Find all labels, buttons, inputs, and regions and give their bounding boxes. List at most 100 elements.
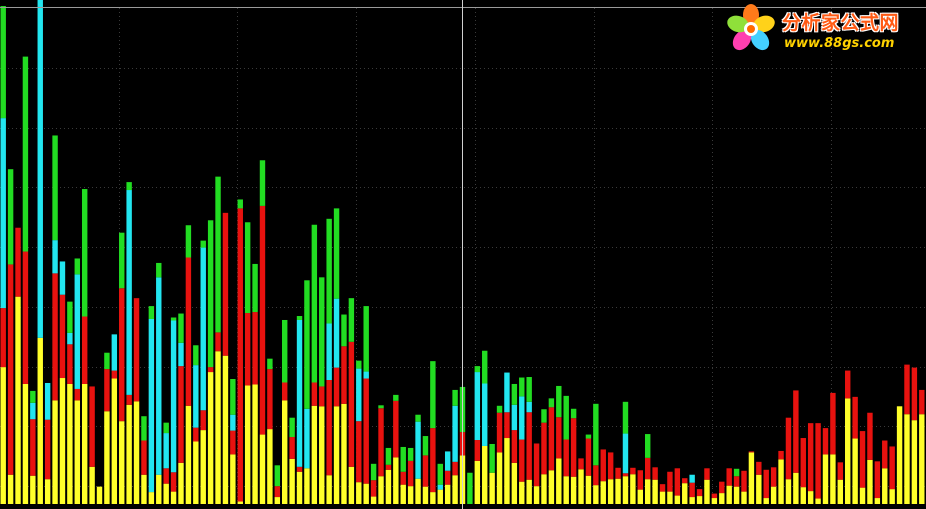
bar-segment-yellow (726, 485, 732, 504)
logo-title: 分析家公式网 (782, 12, 900, 34)
bar-segment-red (526, 412, 532, 480)
bar-segment-yellow (659, 491, 666, 504)
bar-segment-red (615, 467, 621, 479)
bar-segment-red (496, 412, 503, 453)
bar-segment-red (378, 408, 384, 477)
bar-segment-yellow (30, 475, 36, 504)
bar-segment-red (170, 472, 177, 492)
bar-segment-yellow (296, 471, 303, 504)
bar-segment-cyan (444, 451, 451, 471)
bar-segment-green (296, 316, 303, 320)
bar-segment-yellow (156, 474, 162, 504)
bar-segment-green (489, 443, 495, 473)
bar-segment-yellow (244, 385, 251, 504)
bar-segment-green (319, 277, 325, 387)
bar-segment-green (511, 383, 518, 405)
bar-segment-red (800, 438, 806, 488)
bar-segment-red (230, 430, 236, 455)
bar-segment-red (222, 212, 229, 356)
bar-segment-yellow (511, 462, 518, 504)
flower-logo-icon (727, 4, 775, 51)
bar-segment-cyan (622, 433, 629, 474)
bar-segment-yellow (563, 476, 569, 504)
bar-segment-cyan (504, 372, 510, 413)
bar-segment-green (22, 56, 29, 252)
bar-segment-yellow (267, 429, 273, 504)
bar-segment-yellow (607, 479, 614, 504)
bar-segment-cyan (296, 319, 303, 467)
bar-segment-cyan (333, 298, 340, 368)
bar-segment-green (363, 306, 369, 372)
bar-segment-red (356, 421, 362, 483)
bar-segment-yellow (785, 479, 792, 504)
bar-segment-yellow (526, 479, 532, 504)
bar-segment-red (667, 471, 673, 492)
bar-segment-yellow (444, 484, 451, 504)
bar-segment-red (400, 471, 406, 485)
bar-segment-cyan (30, 402, 36, 420)
bar-segment-red (59, 294, 66, 379)
bar-segment-yellow (104, 411, 110, 504)
bar-segment-red (370, 480, 377, 497)
bar-segment-red (311, 382, 318, 406)
bar-segment-yellow (341, 403, 347, 504)
bar-segment-green (474, 366, 481, 373)
bar-segment-red (267, 369, 273, 430)
bar-segment-yellow (570, 476, 577, 504)
bar-segment-red (556, 417, 562, 459)
bar-segment-red (178, 366, 184, 463)
bar-segment-yellow (637, 489, 643, 504)
bar-segment-cyan (415, 421, 421, 479)
bar-segment-red (89, 386, 95, 467)
bar-segment-green (393, 394, 399, 401)
bar-segment-yellow (207, 372, 214, 504)
bar-segment-green (422, 436, 429, 456)
bar-segment-yellow (311, 405, 318, 504)
bar-segment-red (652, 467, 658, 480)
bar-segment-yellow (763, 498, 769, 504)
bar-segment-yellow (496, 452, 503, 504)
bar-segment-green (119, 232, 125, 289)
bar-segment-yellow (748, 452, 755, 504)
bar-segment-green (274, 465, 281, 487)
bar-segment-green (400, 446, 406, 472)
bar-segment-green (244, 222, 251, 314)
bar-segment-green (326, 218, 332, 324)
bar-segment-green (237, 199, 243, 209)
bar-segment-yellow (333, 406, 340, 504)
bar-segment-yellow (7, 474, 14, 504)
bar-segment-yellow (15, 296, 21, 504)
bar-segment-red (830, 392, 836, 455)
bar-segment-yellow (59, 378, 66, 504)
bar-segment-red (770, 467, 777, 487)
bar-segment-yellow (282, 400, 288, 504)
bar-segment-yellow (904, 414, 910, 504)
bar-segment-cyan (52, 240, 58, 274)
bar-segment-green (356, 360, 362, 369)
bar-segment-red (30, 419, 36, 476)
bar-segment-cyan (156, 277, 162, 475)
bar-segment-green (259, 160, 266, 206)
bar-segment-green (370, 463, 377, 481)
bar-segment-yellow (304, 468, 310, 504)
bar-segment-red (674, 468, 681, 496)
bar-segment-green (52, 135, 58, 241)
bar-segment-red (319, 386, 325, 407)
bar-segment-cyan (526, 401, 532, 413)
bar-segment-yellow (585, 475, 592, 504)
bar-segment-red (778, 450, 784, 460)
bar-segment-green (311, 224, 318, 383)
bar-segment-yellow (882, 468, 888, 504)
bar-segment-yellow (252, 384, 258, 504)
bar-segment-yellow (822, 454, 829, 504)
bar-segment-red (563, 439, 569, 477)
bar-segment-yellow (770, 486, 777, 504)
bar-segment-cyan (474, 372, 481, 441)
bar-segment-yellow (74, 400, 80, 504)
bar-segment-yellow (185, 405, 192, 504)
bar-segment-green (556, 385, 562, 418)
bar-segment-red (689, 482, 695, 498)
bar-segment-yellow (733, 486, 740, 504)
bar-segment-cyan (230, 414, 236, 431)
bar-segment-yellow (541, 474, 547, 504)
